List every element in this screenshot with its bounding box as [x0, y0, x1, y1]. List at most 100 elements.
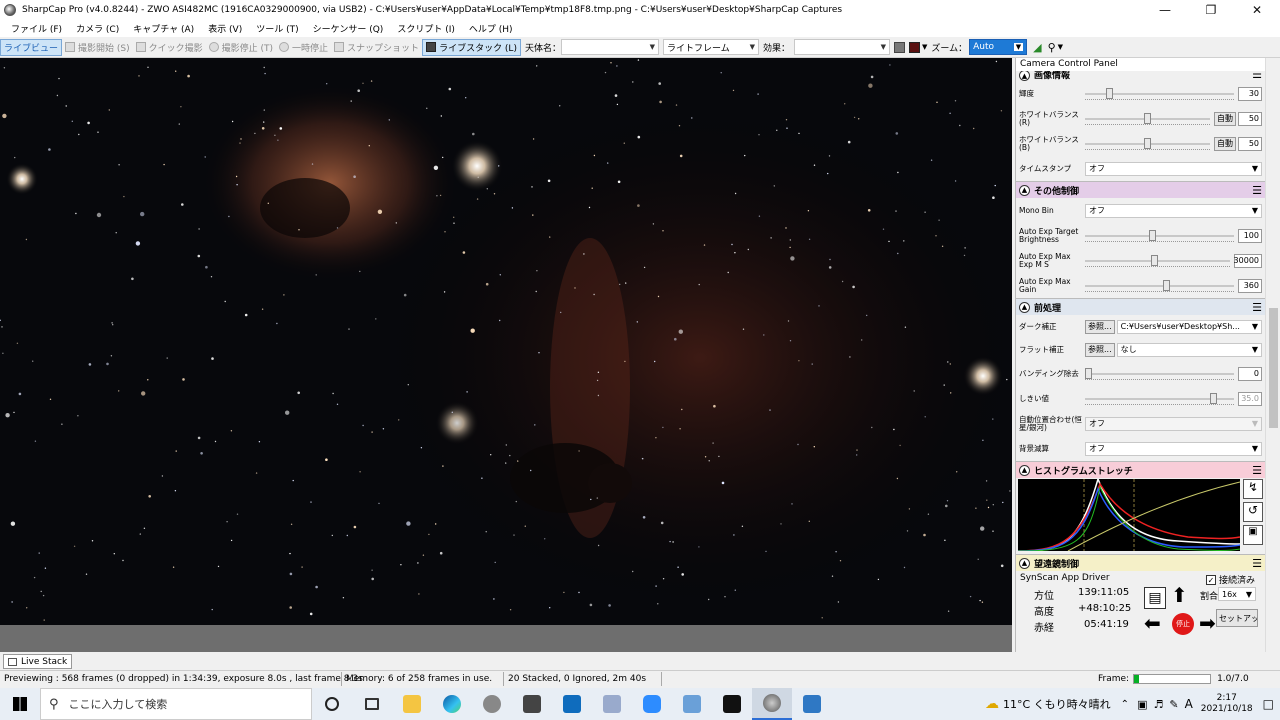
menu-tools[interactable]: ツール (T) — [256, 22, 298, 35]
app-icon-2[interactable] — [592, 688, 632, 720]
bg-sub-select[interactable]: オフ ▼ — [1085, 441, 1262, 456]
chevron-down-icon[interactable]: ▼ — [1058, 43, 1063, 51]
menu-capture[interactable]: キャプチャ (A) — [133, 22, 194, 35]
timestamp-select[interactable]: オフ ▼ — [1085, 161, 1262, 176]
brightness-value[interactable]: 30 — [1238, 86, 1262, 101]
menu-help[interactable]: ヘルプ (H) — [469, 22, 513, 35]
zoom-app-icon[interactable] — [632, 688, 672, 720]
cortana-icon[interactable] — [312, 688, 352, 720]
slider-thumb[interactable] — [1151, 254, 1159, 266]
live-stack-button[interactable]: ライブスタック (L) — [422, 38, 521, 56]
target-brightness-slider[interactable] — [1085, 229, 1234, 242]
preprocess-section-header[interactable]: ▲ 前処理 ☰ — [1016, 298, 1265, 315]
slider-thumb[interactable] — [1085, 367, 1092, 379]
wb-r-slider[interactable] — [1085, 112, 1210, 125]
max-exp-value[interactable]: 30000 — [1234, 253, 1262, 268]
dark-browse-button[interactable]: 参照... — [1085, 319, 1115, 334]
other-section-header[interactable]: ▲ その他制御 ☰ — [1016, 181, 1265, 198]
zoom-magnifier-icon[interactable]: ⚲ — [1048, 41, 1056, 54]
histogram-section-header[interactable]: ▲ ヒストグラムストレッチ ☰ — [1016, 461, 1265, 478]
wb-b-value[interactable]: 50 — [1238, 136, 1262, 151]
save-icon[interactable]: ▣ — [1243, 525, 1263, 545]
menu-scripting[interactable]: スクリプト (I) — [397, 22, 455, 35]
stop-button[interactable]: 停止 — [1172, 613, 1194, 635]
arrow-left-icon[interactable]: ⬅ — [1144, 613, 1161, 633]
maximize-button[interactable]: ❐ — [1188, 0, 1234, 19]
pen-icon[interactable]: ✎ — [1169, 698, 1178, 711]
live-view-button[interactable]: ライブビュー — [0, 38, 63, 56]
snapshot-button[interactable]: スナップショット — [331, 39, 422, 56]
search-box[interactable]: ⚲ ここに入力して検索 — [40, 688, 312, 720]
slider-thumb[interactable] — [1144, 112, 1151, 124]
color-swatch-icon[interactable] — [894, 41, 905, 53]
network-icon[interactable]: ▣ — [1137, 698, 1147, 711]
sync-icon[interactable]: ▤ — [1144, 587, 1166, 609]
menu-icon[interactable]: ☰ — [1252, 464, 1262, 477]
image-viewer[interactable] — [0, 58, 1012, 625]
app-icon-3[interactable] — [672, 688, 712, 720]
threshold-value[interactable]: 35.0 — [1238, 391, 1262, 406]
frame-type-select[interactable]: ライトフレーム ▼ — [662, 39, 759, 55]
brightness-slider[interactable] — [1085, 87, 1234, 100]
mono-bin-select[interactable]: オフ ▼ — [1085, 203, 1262, 218]
flat-browse-button[interactable]: 参照... — [1085, 342, 1115, 357]
wb-r-value[interactable]: 50 — [1238, 111, 1262, 126]
arrow-right-icon[interactable]: ➡ — [1199, 613, 1216, 633]
panel-scrollbar[interactable] — [1265, 58, 1280, 652]
volume-icon[interactable]: ♬ — [1153, 698, 1163, 711]
mail-icon[interactable] — [552, 688, 592, 720]
stop-capture-button[interactable]: 撮影停止 (T) — [206, 39, 276, 56]
flat-select[interactable]: なし ▼ — [1116, 342, 1262, 357]
menu-view[interactable]: 表示 (V) — [208, 22, 242, 35]
menu-icon[interactable]: ☰ — [1252, 184, 1262, 197]
max-exp-slider[interactable] — [1085, 254, 1230, 267]
telescope-section-header[interactable]: ▲ 望遠鏡制御 ☰ — [1016, 554, 1265, 571]
rate-select[interactable]: 16x ▼ — [1218, 587, 1256, 601]
max-gain-value[interactable]: 360 — [1238, 278, 1262, 293]
menu-icon[interactable]: ☰ — [1252, 71, 1262, 81]
setup-button[interactable]: セットアップ — [1216, 609, 1258, 627]
slider-thumb[interactable] — [1148, 229, 1156, 241]
file-explorer-icon[interactable] — [392, 688, 432, 720]
menu-camera[interactable]: カメラ (C) — [76, 22, 119, 35]
slider-thumb[interactable] — [1106, 87, 1114, 99]
menu-icon[interactable]: ☰ — [1252, 557, 1262, 570]
chevron-down-icon[interactable]: ▼ — [922, 43, 927, 51]
scrollbar-thumb[interactable] — [1269, 308, 1278, 428]
menu-file[interactable]: ファイル (F) — [11, 22, 62, 35]
auto-align-select[interactable]: オフ ▼ — [1085, 416, 1262, 431]
photos-icon[interactable] — [792, 688, 832, 720]
threshold-slider[interactable] — [1085, 392, 1234, 405]
quick-capture-button[interactable]: クイック撮影 — [133, 39, 206, 56]
store-icon[interactable] — [512, 688, 552, 720]
weather-icon[interactable]: ☁ — [985, 696, 999, 712]
tray-chevron-icon[interactable]: ⌃ — [1121, 699, 1129, 710]
histogram-icon[interactable]: ◢ — [1033, 41, 1041, 54]
ime-indicator[interactable]: A — [1185, 697, 1193, 711]
wb-b-slider[interactable] — [1085, 137, 1210, 150]
slider-thumb[interactable] — [1209, 392, 1217, 404]
minimize-button[interactable]: — — [1142, 0, 1188, 19]
connected-checkbox[interactable]: ✓ 接続済み — [1206, 573, 1255, 586]
sharpcap-taskbar-icon[interactable] — [752, 688, 792, 720]
app-icon-4[interactable] — [712, 688, 752, 720]
zoom-select[interactable]: Auto ▼ — [969, 39, 1028, 55]
banding-slider[interactable] — [1085, 367, 1234, 380]
task-view-icon[interactable] — [352, 688, 392, 720]
weather-text[interactable]: 11°C くもり時々晴れ — [1003, 696, 1111, 712]
banding-value[interactable]: 0 — [1238, 366, 1262, 381]
tab-live-stack[interactable]: Live Stack — [3, 654, 73, 669]
slider-thumb[interactable] — [1163, 279, 1171, 291]
reset-icon[interactable]: ↺ — [1243, 502, 1263, 522]
start-button[interactable] — [0, 688, 40, 720]
image-section-header[interactable]: ▲ 画像情報 ☰ — [1016, 71, 1265, 81]
max-gain-slider[interactable] — [1085, 279, 1234, 292]
edge-icon[interactable] — [432, 688, 472, 720]
menu-sequencer[interactable]: シーケンサー (Q) — [313, 22, 384, 35]
crosshair-icon[interactable] — [909, 41, 920, 53]
wb-b-auto-button[interactable]: 自動 — [1214, 136, 1236, 151]
effect-select[interactable]: ▼ — [794, 39, 890, 55]
notification-icon[interactable]: □ — [1263, 697, 1274, 711]
auto-stretch-icon[interactable]: ↯ — [1243, 479, 1263, 499]
histogram-chart[interactable] — [1018, 479, 1240, 551]
